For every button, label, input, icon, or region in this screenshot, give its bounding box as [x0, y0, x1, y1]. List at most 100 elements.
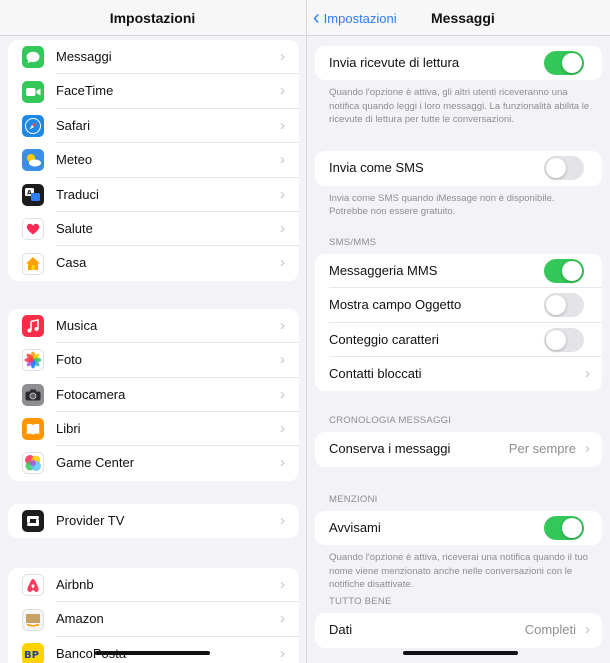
chevron-right-icon: › — [280, 219, 285, 237]
sidebar-item-label: Libri — [56, 412, 299, 447]
sidebar-item-amazon[interactable]: Amazon › — [8, 602, 299, 637]
chevron-right-icon: › — [280, 419, 285, 437]
chevron-right-icon: › — [280, 254, 285, 272]
home-icon — [22, 252, 44, 275]
mentions-header: MENZIONI — [329, 493, 378, 505]
sidebar-item-safari[interactable]: Safari › — [8, 109, 299, 144]
sms-mms-group: Messaggeria MMS Mostra campo Oggetto Con… — [315, 253, 602, 392]
sidebar-item-provider-tv[interactable]: Provider TV › — [8, 504, 299, 538]
chevron-right-icon: › — [280, 316, 285, 334]
toggle-knob — [546, 329, 566, 350]
facetime-icon — [22, 80, 44, 103]
sidebar-list: Messaggi › FaceTime › Safari › Meteo › A Traduci ›… — [0, 36, 305, 663]
chevron-right-icon: › — [280, 151, 285, 169]
chevron-right-icon: › — [280, 185, 285, 203]
sms-mms-header: SMS/MMS — [329, 236, 377, 248]
sidebar-item-label: FaceTime — [56, 74, 299, 109]
back-button[interactable]: ‹ Impostazioni — [313, 0, 397, 36]
send-sms-toggle[interactable] — [544, 156, 584, 181]
sidebar-group: Airbnb › Amazon › BP BancoPosta › — [8, 568, 299, 663]
keep-messages-row[interactable]: Conserva i messaggi Per sempre › — [315, 432, 602, 466]
svg-text:BP: BP — [24, 650, 39, 660]
chevron-right-icon: › — [280, 644, 285, 662]
read-receipts-footnote: Quando l'opzione è attiva, gli altri ute… — [329, 87, 590, 126]
sidebar-item-messaggi[interactable]: Messaggi › — [8, 40, 299, 75]
sidebar-item-label: Safari — [56, 109, 299, 144]
toggle-knob — [562, 517, 582, 538]
sidebar-item-label: Airbnb — [56, 568, 299, 603]
sidebar-item-label: Casa — [56, 255, 87, 271]
sidebar-item-label: Messaggi — [56, 40, 299, 75]
camera-icon — [22, 383, 44, 406]
sidebar-item-label: Game Center — [56, 455, 135, 471]
subject-field-toggle[interactable] — [544, 293, 584, 318]
back-button-label: Impostazioni — [323, 10, 397, 26]
sidebar-item-fotocamera[interactable]: Fotocamera › — [8, 378, 299, 412]
sidebar-item-meteo[interactable]: Meteo › — [8, 143, 299, 178]
sidebar-title: Impostazioni — [109, 9, 196, 26]
history-header: CRONOLOGIA MESSAGGI — [329, 415, 452, 427]
read-receipts-toggle[interactable] — [544, 51, 584, 75]
sidebar-item-airbnb[interactable]: Airbnb › — [8, 568, 299, 603]
books-icon — [22, 418, 44, 441]
game-center-icon — [22, 452, 44, 475]
read-receipts-group: Invia ricevute di lettura — [315, 46, 602, 81]
translate-icon: A — [22, 183, 44, 206]
blocked-contacts-row[interactable]: Contatti bloccati › — [315, 357, 602, 391]
sidebar-item-libri[interactable]: Libri › — [8, 412, 299, 447]
toggle-knob — [562, 260, 582, 281]
chevron-right-icon: › — [280, 511, 285, 529]
char-count-toggle[interactable] — [544, 327, 584, 352]
subject-field-row: Mostra campo Oggetto — [315, 288, 602, 323]
chevron-right-icon: › — [585, 440, 590, 458]
photos-icon — [22, 349, 44, 372]
sidebar-item-label: BancoPosta — [56, 645, 127, 661]
sidebar-item-bancoposta[interactable]: BP BancoPosta › — [8, 637, 299, 663]
sidebar-item-facetime[interactable]: FaceTime › — [8, 74, 299, 109]
notify-me-row: Avvisami — [315, 511, 602, 545]
mms-row: Messaggeria MMS — [315, 254, 602, 289]
sidebar-group: Musica › Foto › Fotocamera › Libri › Game Center… — [8, 308, 299, 481]
detail-title: Messaggi — [431, 9, 495, 26]
home-indicator-left — [95, 651, 210, 655]
chevron-left-icon: ‹ — [313, 7, 320, 29]
notify-me-footnote: Quando l'opzione è attiva, riceverai una… — [329, 552, 588, 591]
notify-me-toggle[interactable] — [544, 515, 584, 540]
sidebar-item-label: Provider TV — [56, 512, 125, 528]
svg-text:A: A — [27, 189, 32, 196]
sidebar-item-traduci[interactable]: A Traduci › — [8, 178, 299, 212]
sidebar-item-label: Salute — [56, 212, 299, 247]
messages-icon — [22, 46, 44, 69]
sidebar-navbar: Impostazioni — [0, 0, 305, 36]
history-group: Conserva i messaggi Per sempre › — [315, 432, 602, 467]
sidebar-group: Messaggi › FaceTime › Safari › Meteo › A Traduci ›… — [8, 40, 299, 281]
sidebar-item-game-center[interactable]: Game Center › — [8, 446, 299, 480]
amazon-icon — [22, 608, 44, 631]
sidebar-item-musica[interactable]: Musica › — [8, 309, 299, 344]
chevron-right-icon: › — [280, 610, 285, 628]
all-good-group: Dati Completi › — [315, 613, 602, 648]
send-sms-footnote: Invia come SMS quando iMessage non è dis… — [329, 192, 555, 218]
sidebar-item-label: Musica — [56, 309, 299, 344]
send-sms-row: Invia come SMS — [315, 151, 602, 185]
sidebar-item-label: Foto — [56, 343, 299, 378]
sidebar-item-casa[interactable]: Casa › — [8, 246, 299, 280]
music-icon — [22, 314, 44, 337]
weather-icon — [22, 149, 44, 172]
sidebar-item-label: Amazon — [56, 602, 299, 637]
chevron-right-icon: › — [280, 576, 285, 594]
chevron-right-icon: › — [585, 364, 590, 382]
sidebar-group: Provider TV › — [8, 503, 299, 539]
sidebar-item-salute[interactable]: Salute › — [8, 212, 299, 247]
home-indicator-right — [403, 651, 518, 655]
chevron-right-icon: › — [280, 116, 285, 134]
data-row[interactable]: Dati Completi › — [315, 613, 602, 647]
mms-toggle[interactable] — [544, 258, 584, 283]
sidebar-item-foto[interactable]: Foto › — [8, 343, 299, 378]
chevron-right-icon: › — [280, 48, 285, 65]
blocked-contacts-label: Contatti bloccati — [329, 365, 422, 381]
chevron-right-icon: › — [280, 351, 285, 369]
char-count-row: Conteggio caratteri — [315, 323, 602, 357]
chevron-right-icon: › — [280, 385, 285, 403]
safari-icon — [22, 114, 44, 137]
